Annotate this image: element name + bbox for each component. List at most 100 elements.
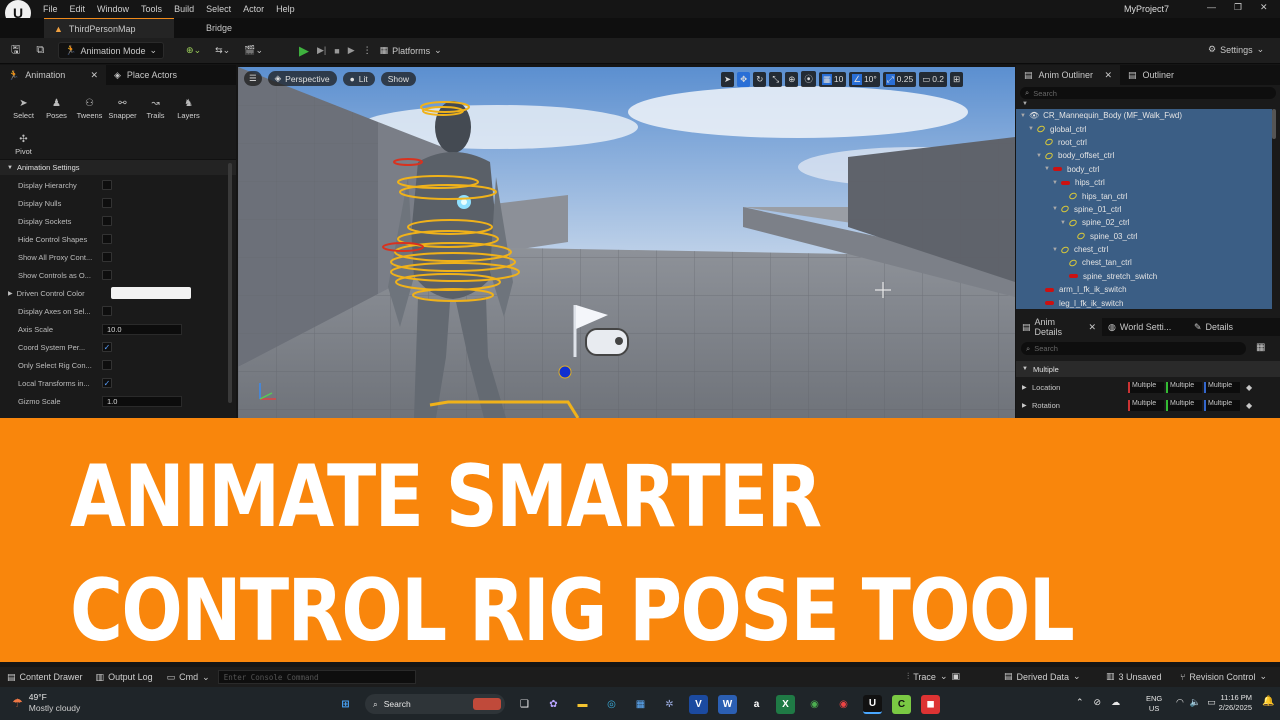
tree-row[interactable]: ▼ hips_ctrl [1016, 175, 1272, 190]
menu-tools[interactable]: Tools [141, 4, 162, 14]
keyframe-icon[interactable]: ◆ [1246, 383, 1252, 392]
setting-number-field[interactable]: 10.0 [102, 323, 182, 335]
rotation-snap-button[interactable]: ∠ 10° [849, 71, 880, 87]
menu-edit[interactable]: Edit [70, 4, 86, 14]
settings-dropdown[interactable]: ⚙ Settings ⌄ [1202, 42, 1270, 57]
maximize-viewport-icon[interactable]: ⊞ [950, 71, 964, 87]
notification-bell-icon[interactable]: 🔔 [1262, 696, 1274, 707]
minimize-icon[interactable]: — [1207, 2, 1216, 12]
setting-checkbox[interactable] [102, 234, 112, 244]
chevron-down-icon[interactable]: ▼ [1036, 153, 1045, 159]
tool-snapper[interactable]: ⚯ Snapper [106, 99, 139, 129]
setting-checkbox[interactable]: ✓ [102, 342, 112, 352]
tab-anim-details[interactable]: ▤ Anim Details ✕ [1016, 317, 1102, 337]
cmd-dropdown[interactable]: ▭ Cmd ⌄ [167, 672, 210, 683]
recorder-icon[interactable]: ◼ [921, 694, 940, 714]
close-tab-icon[interactable]: ✕ [90, 70, 98, 81]
rotation-x-field[interactable]: Multiple [1128, 399, 1164, 411]
mode-dropdown[interactable]: 🏃 Animation Mode ⌄ [58, 42, 165, 59]
details-search[interactable]: ⌕ Search [1021, 342, 1246, 355]
close-tab-icon[interactable]: ✕ [1104, 70, 1112, 81]
stop-icon[interactable]: ■ [334, 46, 339, 56]
filter-chevron-icon[interactable]: ▼ [1022, 101, 1280, 109]
menu-build[interactable]: Build [174, 4, 194, 14]
menu-help[interactable]: Help [276, 4, 295, 14]
setting-checkbox[interactable] [102, 306, 112, 316]
content-drawer-button[interactable]: ▤ Content Drawer [7, 672, 83, 683]
scale-icon[interactable]: ⤡ [769, 71, 783, 87]
setting-checkbox[interactable] [102, 198, 112, 208]
tab-anim-outliner[interactable]: ▤ Anim Outliner ✕ [1016, 65, 1120, 85]
screenshot-icon[interactable]: ▣ [951, 671, 960, 682]
surface-snap-icon[interactable]: ⦿ [801, 71, 816, 87]
chevron-down-icon[interactable]: ▼ [1028, 126, 1037, 132]
network-off-icon[interactable]: ⊘ [1094, 697, 1102, 708]
tool-layers[interactable]: ♞ Layers [172, 99, 205, 129]
tree-row[interactable]: ▼ spine_02_ctrl [1016, 216, 1272, 230]
clock[interactable]: 11:16 PM 2/26/2025 [1214, 693, 1252, 713]
chevron-down-icon[interactable]: ▼ [1060, 220, 1069, 226]
tab-animation[interactable]: 🏃 Animation ✕ [0, 65, 106, 85]
content-browser-icon[interactable]: ⧉ [36, 44, 44, 57]
chrome-profile-icon[interactable]: ◉ [834, 695, 853, 714]
play-icon[interactable]: ▶ [299, 43, 309, 59]
revision-control-button[interactable]: ⑂ Revision Control ⌄ [1180, 671, 1267, 682]
pivot-handle[interactable] [558, 365, 572, 379]
derived-data-button[interactable]: ▤ Derived Data ⌄ [1004, 671, 1081, 682]
cinematics-icon[interactable]: 🎬⌄ [244, 45, 263, 56]
file-explorer-icon[interactable]: ▬ [573, 695, 592, 714]
setting-checkbox[interactable]: ✓ [102, 378, 112, 388]
tool-select[interactable]: ➤ Select [7, 99, 40, 129]
tab-place-actors[interactable]: ◈ Place Actors [106, 65, 185, 85]
select-mode-icon[interactable]: ➤ [721, 71, 735, 87]
chevron-up-icon[interactable]: ⌃ [1076, 697, 1084, 708]
cloud-icon[interactable]: ☁ [1111, 697, 1120, 708]
perspective-button[interactable]: ◈ Perspective [267, 71, 337, 86]
settings-app-icon[interactable]: ✲ [660, 695, 679, 714]
tab-world-settings[interactable]: ◍ World Setti... [1102, 318, 1188, 336]
chevron-down-icon[interactable]: ▼ [1052, 247, 1061, 253]
outliner-search[interactable]: ⌕ Search [1020, 87, 1276, 99]
tool-trails[interactable]: ↝ Trails [139, 99, 172, 129]
chrome-icon[interactable]: ◉ [805, 695, 824, 714]
vegas-icon[interactable]: V [689, 694, 708, 714]
grid-view-icon[interactable]: ▦ [1256, 342, 1265, 353]
chevron-down-icon[interactable]: ▼ [1044, 166, 1053, 172]
taskbar-search[interactable]: ⌕ Search [365, 694, 505, 714]
tool-pivot[interactable]: ✣ Pivot [7, 135, 40, 165]
quick-settings[interactable]: ◠ 🔈 ▭ [1176, 697, 1216, 708]
launch-icon[interactable]: ▶ [348, 45, 355, 56]
setting-checkbox[interactable] [102, 216, 112, 226]
rotation-y-field[interactable]: Multiple [1166, 399, 1202, 411]
tree-row[interactable]: spine_03_ctrl [1016, 229, 1272, 243]
left-scrollbar[interactable] [228, 163, 232, 403]
tree-row[interactable]: ▼ body_offset_ctrl [1016, 149, 1272, 163]
outliner-scrollbar[interactable] [1272, 109, 1276, 139]
grid-snap-button[interactable]: ▦ 10 [818, 71, 847, 87]
color-swatch[interactable] [110, 287, 191, 299]
tree-row-root[interactable]: ▼ 👁 CR_Mannequin_Body (MF_Walk_Fwd) [1016, 109, 1272, 123]
translate-icon[interactable]: ✥ [737, 71, 751, 87]
tab-bridge[interactable]: Bridge [206, 23, 232, 33]
setting-checkbox[interactable] [102, 360, 112, 370]
tree-row[interactable]: ▼ body_ctrl [1016, 162, 1272, 176]
lit-button[interactable]: ● Lit [342, 71, 375, 86]
excel-icon[interactable]: X [776, 694, 795, 714]
console-input[interactable]: Enter Console Command [217, 670, 416, 684]
tree-row[interactable]: ▼ spine_01_ctrl [1016, 202, 1272, 217]
setting-checkbox[interactable] [102, 180, 112, 190]
clip-studio-icon[interactable]: C [892, 694, 911, 714]
unreal-engine-icon[interactable]: U [863, 694, 882, 714]
tab-third-person-map[interactable]: ▲ ThirdPersonMap [44, 18, 174, 38]
weather-widget[interactable]: ☂ 49°F Mostly cloudy [12, 692, 80, 714]
blueprint-icon[interactable]: ⇆⌄ [215, 45, 230, 56]
menu-window[interactable]: Window [97, 4, 129, 14]
chevron-right-icon[interactable]: ▶ [1022, 402, 1032, 409]
save-icon[interactable]: 🖫 [11, 41, 20, 60]
menu-actor[interactable]: Actor [243, 4, 264, 14]
tree-row[interactable]: ▼ global_ctrl [1016, 122, 1272, 136]
step-icon[interactable]: ▶| [317, 45, 326, 56]
tool-tweens[interactable]: ⚇ Tweens [73, 99, 106, 129]
eye-icon[interactable]: 👁 [1029, 111, 1039, 120]
scale-snap-button[interactable]: ⤢ 0.25 [882, 71, 917, 87]
